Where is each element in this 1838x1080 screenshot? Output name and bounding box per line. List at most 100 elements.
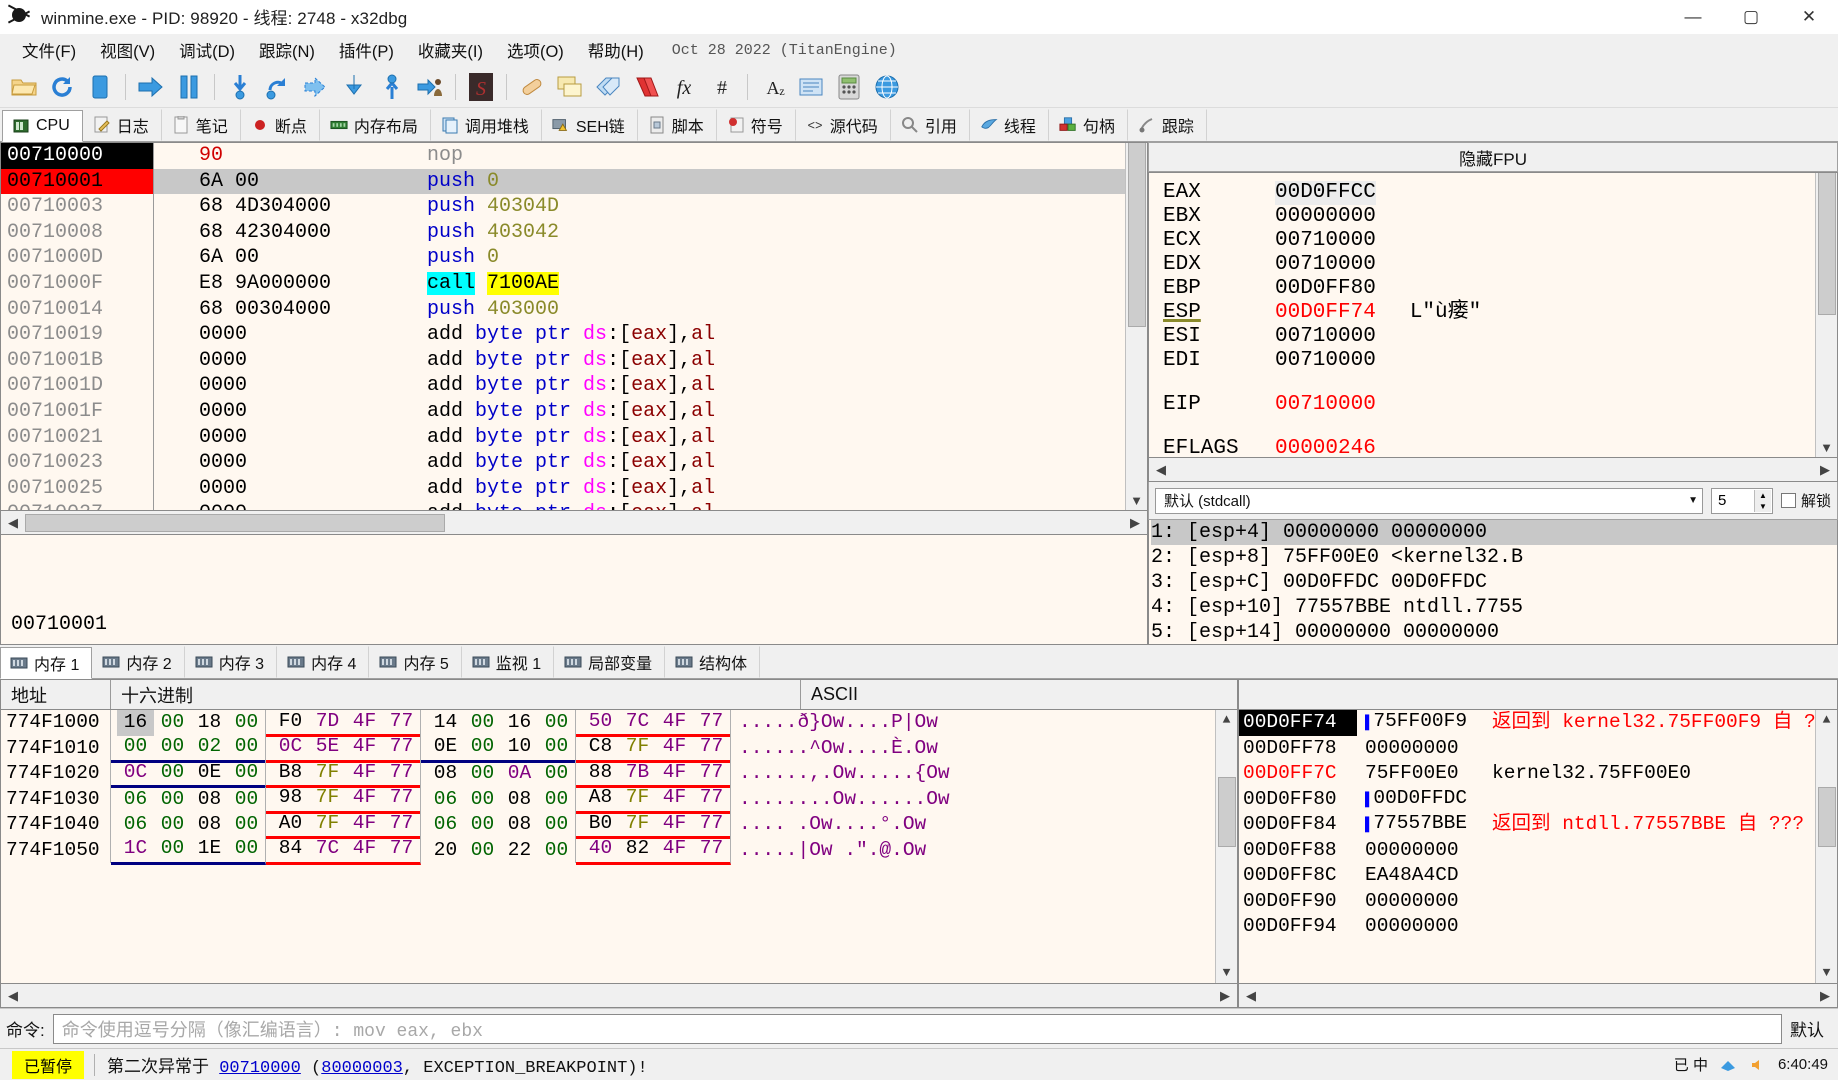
dump-hex-byte[interactable]: 0E <box>427 734 464 760</box>
registers-panel[interactable]: EAX 00D0FFCC EBX 00000000 ECX 00710000 EDX 0071… <box>1148 172 1838 458</box>
disassembly-bytes[interactable]: 90 <box>154 143 404 169</box>
dump-hex-byte[interactable]: 1E <box>191 836 228 862</box>
dump-address[interactable]: 774F1050 <box>1 837 111 863</box>
dump-hex-byte[interactable]: 7F <box>309 760 346 786</box>
disassembly-instruction[interactable]: push 40304D <box>411 194 1125 220</box>
disassembly-address[interactable]: 00710003 <box>1 194 154 220</box>
dump-hex-group[interactable]: F0 7D 4F 77 <box>266 710 421 737</box>
dump-ascii[interactable]: .....ð}Ow....P|Ow <box>731 710 938 736</box>
disassembly-instruction[interactable]: add byte ptr ds:[eax],al <box>411 373 1125 399</box>
run-icon[interactable] <box>133 70 169 104</box>
register-name[interactable]: ECX <box>1163 229 1201 252</box>
register-value[interactable]: 00000246 <box>1275 437 1376 457</box>
open-icon[interactable] <box>6 70 42 104</box>
disassembly-bytes[interactable]: 0000 <box>154 348 404 374</box>
disassembly-row[interactable]: 0071001D 0000 add byte ptr ds:[eax],al <box>1 373 1125 399</box>
disassembly-row[interactable]: 00710025 0000 add byte ptr ds:[eax],al <box>1 475 1125 502</box>
disassembly-instruction[interactable]: add byte ptr ds:[eax],al <box>411 322 1125 348</box>
disassembly-bytes[interactable]: 68 4D304000 <box>154 194 404 220</box>
dump-hex-group[interactable]: 20 00 22 00 <box>421 837 576 864</box>
trace-into-icon[interactable] <box>298 70 334 104</box>
labels-icon[interactable] <box>590 70 626 104</box>
register-value[interactable]: 00D0FF80 <box>1275 277 1376 301</box>
command-input[interactable]: 命令使用逗号分隔（像汇编语言）: mov eax, ebx <box>52 1013 1782 1044</box>
disassembly-address[interactable]: 0071000F <box>1 270 154 297</box>
dump-hex-byte[interactable]: 08 <box>191 787 228 813</box>
disassembly-row[interactable]: 0071001B 0000 add byte ptr ds:[eax],al <box>1 347 1125 374</box>
dump-hex-byte[interactable]: 7F <box>619 734 656 760</box>
stack-value[interactable]: 00000000 <box>1357 889 1482 915</box>
dump-hex-byte[interactable]: 4F <box>346 785 383 811</box>
font-icon[interactable]: Az <box>755 70 791 104</box>
disassembly-horizontal-scrollbar[interactable]: ◀ ▶ <box>0 511 1148 535</box>
dump-vertical-scrollbar[interactable]: ▲ ▼ <box>1215 710 1237 983</box>
stack-value[interactable]: EA48A4CD <box>1357 863 1482 889</box>
dump-hex-byte[interactable]: A0 <box>272 811 309 837</box>
dump-hex-byte[interactable]: 00 <box>154 787 191 813</box>
tab-trace[interactable]: 跟踪 <box>1128 109 1207 141</box>
restart-icon[interactable] <box>44 70 80 104</box>
dump-hex-byte[interactable]: 4F <box>346 811 383 837</box>
pause-icon[interactable] <box>171 70 207 104</box>
stack-panel[interactable]: 00D0FF74 ▌75FF00F9 返回到 kernel32.75FF00F9 自… <box>1238 709 1838 984</box>
registers-vertical-scrollbar[interactable]: ▲ ▼ <box>1815 173 1837 457</box>
register-name[interactable]: ESP <box>1163 301 1201 324</box>
dump-address[interactable]: 774F1000 <box>1 710 111 736</box>
argument-row[interactable]: 4: [esp+10] 77557BBE ntdll.7755 <box>1151 595 1837 620</box>
dump-hex-byte[interactable]: 77 <box>383 734 420 760</box>
disassembly-bytes[interactable]: 0000 <box>154 476 404 502</box>
dump-hex-byte[interactable]: 00 <box>538 838 575 864</box>
dump-hex-byte[interactable]: 14 <box>427 710 464 736</box>
dump-hex-byte[interactable]: 82 <box>619 836 656 862</box>
dump-hex-byte[interactable]: 00 <box>464 761 501 787</box>
dump-hex-byte[interactable]: 00 <box>154 812 191 838</box>
argument-row[interactable]: 2: [esp+8] 75FF00E0 <kernel32.B <box>1151 545 1837 570</box>
dump-hex-byte[interactable]: 0C <box>117 760 154 786</box>
disassembly-address[interactable]: 00710023 <box>1 450 154 476</box>
disassembly-bytes[interactable]: 0000 <box>154 373 404 399</box>
dump-header-hex[interactable]: 十六进制 <box>111 679 801 710</box>
register-value[interactable]: 00710000 <box>1275 325 1376 349</box>
scroll-right-icon[interactable]: ▶ <box>1213 988 1237 1004</box>
stack-value[interactable]: 00000000 <box>1357 838 1482 864</box>
register-row[interactable]: EDI 00710000 <box>1163 349 1815 373</box>
dump-hex-group[interactable]: B8 7F 4F 77 <box>266 759 421 788</box>
dump-hex-byte[interactable]: 50 <box>582 710 619 734</box>
disassembly-instruction[interactable]: add byte ptr ds:[eax],al <box>411 501 1125 510</box>
disassembly-row[interactable]: 00710003 68 4D304000 push 40304D <box>1 194 1125 220</box>
dump-hex-byte[interactable]: 18 <box>191 710 228 736</box>
dump-hex-byte[interactable]: 00 <box>228 710 265 736</box>
dump-hex-byte[interactable]: 77 <box>693 785 730 811</box>
patches-icon[interactable] <box>514 70 550 104</box>
disassembly-bytes[interactable]: 0000 <box>154 450 404 476</box>
dump-tab-内存-5[interactable]: 内存 5 <box>369 646 462 678</box>
register-row[interactable]: ESI 00710000 <box>1163 325 1815 349</box>
disassembly-instruction[interactable]: nop <box>411 143 1125 169</box>
dump-hex-byte[interactable]: 06 <box>117 812 154 838</box>
menu-file[interactable]: 文件(F) <box>10 35 88 65</box>
stack-value[interactable]: 00000000 <box>1357 914 1482 940</box>
disassembly-address[interactable]: 00710027 <box>1 501 154 510</box>
stack-address[interactable]: 00D0FF80 <box>1239 787 1357 813</box>
dump-hex-byte[interactable]: 1C <box>117 836 154 862</box>
dump-address[interactable]: 774F1030 <box>1 786 111 812</box>
disassembly-row[interactable]: 00710014 68 00304000 push 403000 <box>1 296 1125 323</box>
tab-threads[interactable]: 线程 <box>970 109 1049 141</box>
stepper-down-icon[interactable]: ▼ <box>1755 501 1771 512</box>
dump-hex-byte[interactable]: 16 <box>501 710 538 736</box>
register-row[interactable]: EAX 00D0FFCC <box>1163 181 1815 205</box>
stack-row[interactable]: 00D0FF7C 75FF00E0 kernel32.75FF00E0 <box>1239 761 1815 787</box>
register-value[interactable]: 00000000 <box>1275 205 1376 229</box>
dump-address[interactable]: 774F1010 <box>1 735 111 761</box>
dump-tab-结构体[interactable]: 结构体 <box>665 646 761 678</box>
ime-indicator[interactable]: 已 中 <box>1674 1054 1708 1075</box>
scroll-down-icon[interactable]: ▼ <box>1216 963 1237 983</box>
run-to-user-code-icon[interactable] <box>412 70 448 104</box>
dump-ascii[interactable]: .....|Ow .".@.Ow <box>731 838 926 864</box>
dump-address[interactable]: 774F1040 <box>1 812 111 838</box>
dump-hex-group[interactable]: 50 7C 4F 77 <box>576 710 731 737</box>
dump-hex-group[interactable]: 0C 00 0E 00 <box>111 759 266 788</box>
dump-horizontal-scrollbar[interactable]: ◀ ▶ <box>0 984 1238 1008</box>
stack-row[interactable]: 00D0FF94 00000000 <box>1239 914 1815 940</box>
trace-over-icon[interactable] <box>336 70 372 104</box>
